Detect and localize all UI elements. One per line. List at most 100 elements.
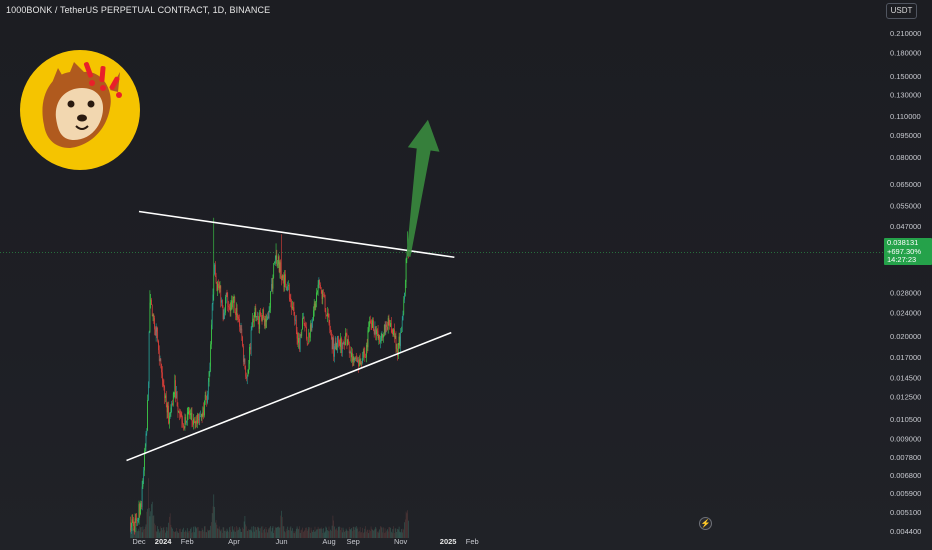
- candle-body: [309, 324, 311, 338]
- candle-body: [240, 328, 242, 330]
- volume-bar: [256, 529, 257, 538]
- candle-body: [198, 419, 200, 421]
- candle-body: [292, 306, 294, 308]
- x-tick-label: Feb: [181, 537, 194, 546]
- volume-bar: [306, 530, 308, 538]
- volume-bar: [213, 494, 215, 538]
- candle-body: [350, 352, 352, 358]
- candle-body: [366, 344, 368, 348]
- volume-bar: [293, 530, 295, 538]
- candle-body: [390, 323, 392, 330]
- candle-body: [274, 259, 276, 262]
- x-axis[interactable]: Dec 2024 Feb Apr Jun Aug Sep Nov 2025 Feb: [132, 537, 478, 546]
- currency-selector[interactable]: USDT: [886, 3, 917, 19]
- volume-bar: [316, 529, 318, 538]
- candle-body: [320, 288, 322, 291]
- candle-body: [315, 301, 317, 308]
- candle-body: [162, 380, 164, 385]
- candle-body: [232, 300, 233, 308]
- volume-bar: [281, 517, 283, 538]
- candle-body: [281, 275, 282, 280]
- volume-bar: [200, 531, 201, 538]
- candle-body: [271, 284, 273, 289]
- candle-body: [302, 318, 303, 330]
- volume-bar: [271, 531, 272, 538]
- candle-body: [257, 316, 258, 317]
- y-tick-label: 0.024000: [890, 308, 921, 317]
- candle-body: [149, 302, 151, 333]
- candle-body: [213, 274, 215, 295]
- candle-body: [225, 296, 226, 313]
- bonk-dog-logo: [20, 50, 140, 170]
- candle-body: [369, 321, 370, 327]
- volume-bar: [179, 528, 180, 538]
- volume-bar: [153, 515, 155, 538]
- volume-bar: [312, 531, 313, 538]
- volume-bar: [298, 529, 299, 538]
- volume-bar: [336, 528, 338, 538]
- candle-body: [403, 299, 405, 315]
- y-axis[interactable]: 0.210000 0.180000 0.150000 0.130000 0.110000…: [890, 29, 921, 536]
- lightning-icon[interactable]: ⚡: [699, 517, 712, 530]
- volume-bar: [154, 523, 155, 538]
- candle-body: [210, 344, 211, 367]
- candle-body: [177, 406, 179, 412]
- candle-body: [298, 337, 299, 343]
- volume-bar: [242, 528, 244, 538]
- candle-body: [329, 323, 331, 330]
- candle-body: [176, 391, 177, 399]
- volume-bar: [219, 529, 221, 538]
- candle-body: [160, 358, 162, 364]
- volume-bar: [147, 508, 148, 538]
- price-chart[interactable]: 0.210000 0.180000 0.150000 0.130000 0.110000…: [0, 0, 932, 550]
- candle-body: [343, 342, 345, 344]
- candle-body: [348, 344, 350, 354]
- volume-bar: [391, 533, 393, 538]
- volume-bar: [176, 531, 178, 538]
- volume-bar: [220, 531, 222, 538]
- volume-bar: [202, 529, 204, 538]
- volume-bar: [359, 527, 361, 538]
- candle-body: [365, 357, 366, 358]
- candle-body: [146, 430, 148, 434]
- candle-body: [262, 309, 264, 320]
- candle-body: [194, 421, 196, 424]
- candle-body: [398, 336, 400, 346]
- volume-bar: [295, 531, 296, 538]
- y-tick-label: 0.014500: [890, 373, 921, 382]
- volume-bar: [338, 526, 340, 538]
- candle-body: [345, 333, 346, 346]
- candle-body: [278, 256, 280, 272]
- candle-body: [267, 316, 268, 320]
- candle-body: [163, 384, 165, 388]
- volume-bar: [194, 526, 196, 538]
- volume-bar: [151, 501, 153, 538]
- candle-body: [224, 312, 226, 314]
- volume-bar: [316, 529, 317, 538]
- candle-body: [214, 264, 215, 275]
- volume-bar: [369, 531, 371, 538]
- volume-bar: [218, 526, 220, 538]
- volume-bar: [302, 527, 303, 538]
- volume-bar: [150, 511, 152, 538]
- candle-body: [239, 318, 240, 327]
- candle-body: [151, 299, 152, 305]
- candle-body: [176, 391, 178, 407]
- volume-bar: [147, 478, 149, 538]
- candle-body: [143, 470, 145, 480]
- candle-body: [238, 317, 240, 319]
- candle-body: [139, 504, 141, 515]
- candle-body: [309, 332, 310, 338]
- volume-bar: [255, 527, 257, 538]
- candle-body: [299, 337, 300, 350]
- candle-body: [162, 372, 163, 381]
- candle-body: [152, 314, 154, 317]
- candle-body: [249, 347, 250, 364]
- volume-bar: [304, 529, 306, 538]
- candle-body: [259, 311, 261, 329]
- volume-bar: [294, 533, 296, 538]
- candle-body: [211, 324, 212, 345]
- volume-bar: [214, 506, 215, 538]
- candle-body: [358, 359, 359, 367]
- candle-body: [374, 326, 376, 334]
